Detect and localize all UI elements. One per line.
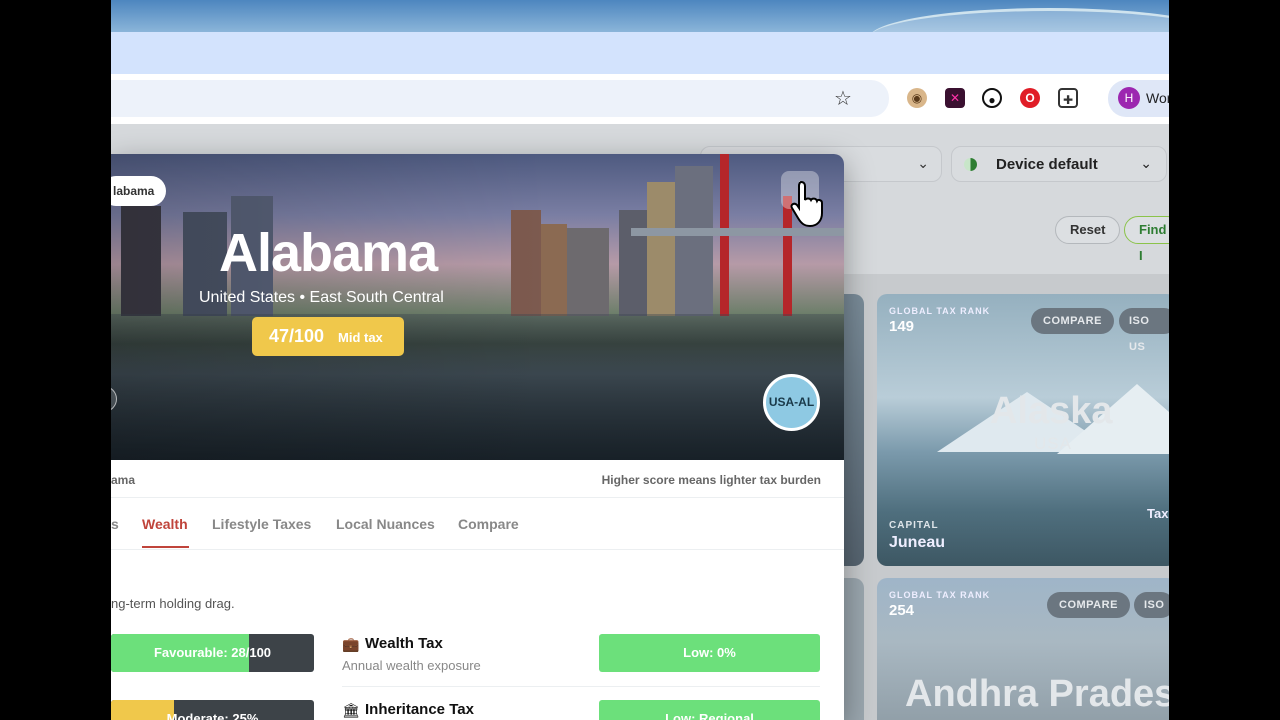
card-country: USA <box>1034 434 1072 453</box>
chevron-down-icon: ⌄ <box>917 155 929 171</box>
card-state-name: Alaska <box>990 390 1113 432</box>
tab-compare[interactable]: Compare <box>458 516 519 532</box>
opera-extension-icon[interactable]: O <box>1020 88 1040 108</box>
state-card-alaska[interactable]: GLOBAL TAX RANK 149 COMPARE ISO US Alask… <box>877 294 1169 566</box>
profile-button[interactable]: H Wor <box>1108 80 1169 117</box>
bookmark-star-icon[interactable]: ☆ <box>834 88 852 110</box>
owl-extension-icon[interactable]: ◉ <box>907 88 927 108</box>
reset-button[interactable]: Reset <box>1055 216 1121 244</box>
desktop-wallpaper <box>111 0 1169 68</box>
breadcrumb-chip[interactable]: labama <box>111 176 167 206</box>
iso-label: ISO <box>1129 315 1150 327</box>
card-edge <box>844 294 864 566</box>
profile-name: Wor <box>1146 90 1169 106</box>
breadcrumb-text[interactable]: ama <box>111 473 135 487</box>
tax-score-label: Mid tax <box>338 330 383 345</box>
tab-local-nuances[interactable]: Local Nuances <box>336 516 435 532</box>
iso-code-badge: USA-AL <box>763 374 820 431</box>
score-bar: Moderate: 25% <box>111 700 314 720</box>
score-note: Higher score means lighter tax burden <box>601 473 821 487</box>
metric-subtitle: Annual wealth exposure <box>342 658 481 673</box>
iso-badge: ISO <box>1134 592 1169 618</box>
compare-button[interactable]: COMPARE <box>1047 592 1130 618</box>
theme-icon <box>964 158 977 171</box>
compare-button[interactable]: COMPARE <box>1031 308 1114 334</box>
active-tab-indicator <box>142 546 189 548</box>
state-card-andhra-pradesh[interactable]: GLOBAL TAX RANK 254 COMPARE ISO Andhra P… <box>877 578 1169 720</box>
tab-wealth[interactable]: Wealth <box>142 516 188 532</box>
score-bar: Favourable: 28/100 <box>111 634 314 672</box>
rank-label: GLOBAL TAX RANK <box>889 306 991 316</box>
theme-select-value: Device default <box>996 156 1098 173</box>
state-detail-modal: labama Alabama United States • East Sout… <box>111 154 844 720</box>
address-bar[interactable]: ☆ <box>111 80 889 117</box>
rank-value: 254 <box>889 602 915 619</box>
briefcase-icon: 💼 <box>342 636 360 652</box>
browser-toolbar: ☆ ◉ ✕ ● O ✚ H Wor <box>111 74 1169 124</box>
disc-extension-icon[interactable]: ● <box>982 88 1002 108</box>
hero-image: labama Alabama United States • East Sout… <box>111 154 844 460</box>
score-bar-label: Favourable: 28/100 <box>153 645 272 660</box>
score-bar-label: Moderate: 25% <box>166 711 259 720</box>
capital-value: Juneau <box>889 534 946 551</box>
breadcrumb: ama Higher score means lighter tax burde… <box>111 460 844 498</box>
card-edge <box>844 578 864 720</box>
page-title: Alabama <box>219 223 438 283</box>
x-extension-icon[interactable]: ✕ <box>945 88 965 108</box>
find-button[interactable]: Find I <box>1124 216 1169 263</box>
card-state-name: Andhra Prades <box>905 673 1169 715</box>
theme-select[interactable]: Device default ⌄ <box>951 146 1167 182</box>
screen: ☆ ◉ ✕ ● O ✚ H Wor ⌄ Device default ⌄ Res… <box>111 0 1169 720</box>
tax-label: Tax <box>1147 506 1169 521</box>
avatar: H <box>1118 87 1140 109</box>
divider <box>342 686 820 687</box>
browser-tab-strip <box>111 32 1169 74</box>
metric-title: Inheritance Tax <box>365 701 474 718</box>
iso-code: US <box>1129 341 1146 353</box>
section-description: ng-term holding drag. <box>111 596 235 611</box>
tax-score-badge: 47/100 Mid tax <box>252 317 404 356</box>
capital-label: CAPITAL <box>889 520 939 531</box>
tab-previous[interactable]: s <box>111 516 119 532</box>
status-badge: Low: 0% <box>599 634 820 672</box>
status-badge: Low: Regional <box>599 700 820 720</box>
metric-title: Wealth Tax <box>365 635 443 652</box>
hand-cursor-icon <box>790 180 823 228</box>
section-tabs: s Wealth Lifestyle Taxes Local Nuances C… <box>111 498 844 550</box>
rank-value: 149 <box>889 318 915 335</box>
puzzle-extension-icon[interactable]: ✚ <box>1058 88 1078 108</box>
rank-label: GLOBAL TAX RANK <box>889 590 991 600</box>
iso-badge: ISO US <box>1119 308 1169 353</box>
tab-lifestyle-taxes[interactable]: Lifestyle Taxes <box>212 516 311 532</box>
bank-icon: 🏛 <box>342 702 360 718</box>
page-subtitle: United States • East South Central <box>199 289 444 306</box>
tax-score-value: 47/100 <box>269 326 325 346</box>
chevron-down-icon: ⌄ <box>1140 155 1152 171</box>
